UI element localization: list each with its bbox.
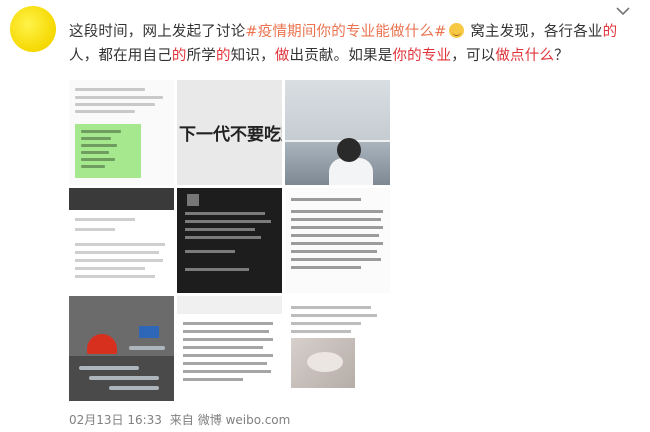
post-source[interactable]: 微博 weibo.com — [198, 413, 291, 427]
post-text: 这段时间，网上发起了讨论#疫情期间你的专业能做什么# 窝主发现，各行各业的人，都… — [69, 20, 629, 68]
post-text-segment: ，可以 — [451, 48, 496, 64]
post-text-segment: 窝主发现，各行各业 — [470, 24, 603, 40]
image-tools-photo[interactable] — [69, 296, 174, 401]
image-text-document[interactable] — [285, 188, 390, 293]
post-text-segment: 所学 — [186, 48, 217, 64]
post-text-segment: ？ — [554, 48, 569, 64]
weibo-post-card: 这段时间，网上发起了讨论#疫情期间你的专业能做什么# 窝主发现，各行各业的人，都… — [0, 0, 650, 432]
image-cat-post[interactable] — [285, 296, 390, 401]
post-text-segment: 人，都在用自己 — [69, 48, 172, 64]
highlight-text: 做 — [274, 48, 290, 64]
image-caption-text: 下一代不要吃野 — [179, 125, 282, 145]
image-list-screenshot[interactable] — [69, 188, 174, 293]
image-dark-chat[interactable] — [177, 188, 282, 293]
image-grid: 下一代不要吃野 — [69, 80, 390, 401]
hashtag-link[interactable]: #疫情期间你的专业能做什么# — [245, 24, 446, 40]
image-article-screenshot[interactable] — [177, 296, 282, 401]
smile-emoji-icon — [448, 23, 464, 38]
highlight-text: 做点什么 — [495, 48, 555, 64]
post-text-segment: 知识， — [230, 48, 275, 64]
post-timestamp[interactable]: 02月13日 16:33 — [69, 413, 162, 427]
highlight-text: 的 — [216, 48, 231, 64]
author-avatar[interactable] — [10, 6, 56, 52]
chevron-down-icon[interactable] — [614, 4, 632, 18]
image-doctor-photo[interactable] — [285, 80, 390, 185]
source-prefix: 来自 — [169, 413, 194, 427]
highlight-text: 的 — [602, 24, 618, 40]
highlight-text: 的 — [171, 48, 187, 64]
post-text-segment: 出贡献。如果是 — [289, 48, 393, 64]
image-chat-screenshot[interactable] — [69, 80, 174, 185]
post-text-segment: 这段时间，网上发起了讨论 — [69, 24, 246, 40]
highlight-text: 你的专业 — [392, 48, 452, 64]
post-footer: 02月13日 16:33 来自 微博 weibo.com — [69, 411, 290, 428]
image-text-caption[interactable]: 下一代不要吃野 — [177, 80, 282, 185]
